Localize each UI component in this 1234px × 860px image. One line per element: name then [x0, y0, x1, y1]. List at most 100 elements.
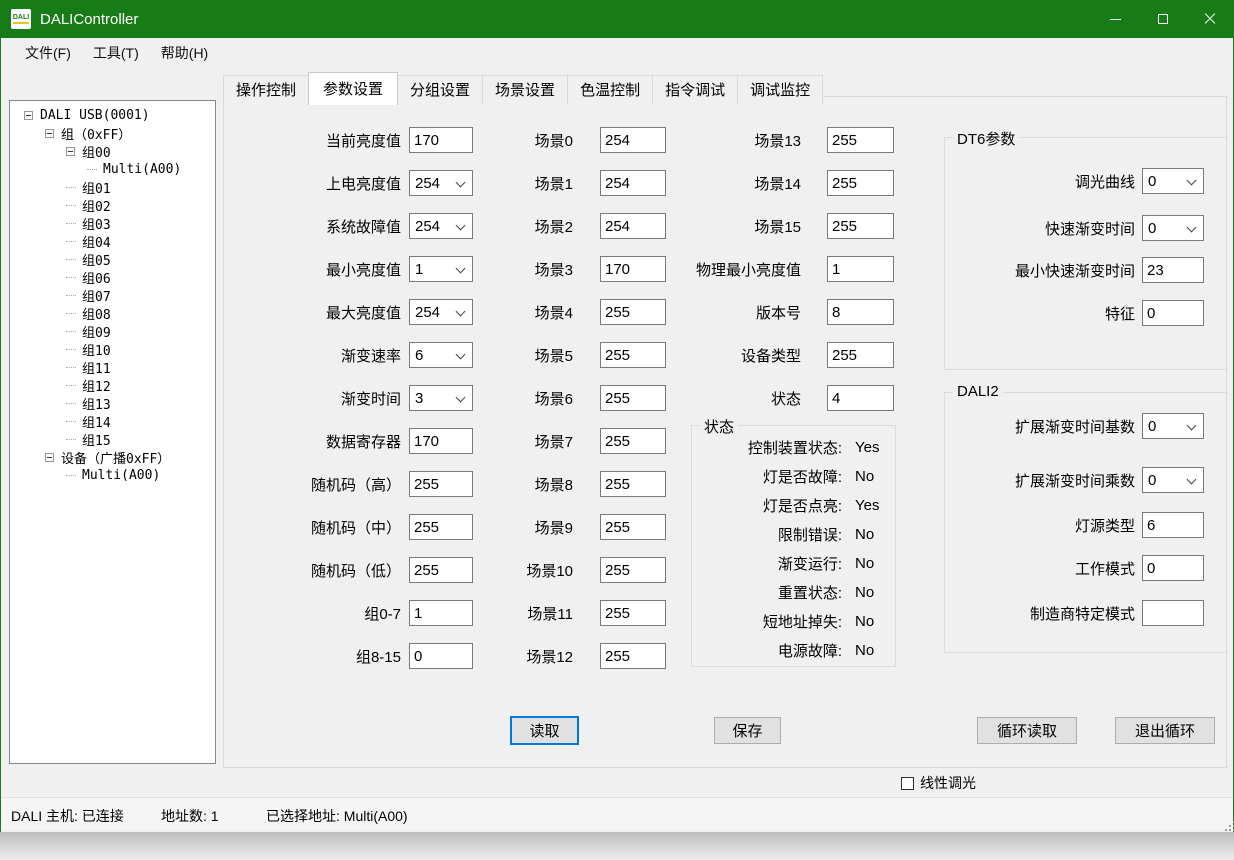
title-bar: DALI DALIController	[1, 0, 1233, 38]
input-col3-1[interactable]	[827, 170, 894, 196]
dropdown-dali2_group.rows-1[interactable]: 0	[1142, 467, 1204, 493]
field-label: 特征	[945, 303, 1135, 324]
tree-connector-icon	[66, 205, 76, 206]
tree-item[interactable]: 组05	[10, 250, 215, 268]
dt6-group-title: DT6参数	[953, 128, 1019, 149]
tree-item-label: 组09	[82, 322, 111, 341]
tree-expander-icon	[45, 453, 54, 462]
tab-6[interactable]: 调试监控	[737, 75, 823, 104]
input-col3-2[interactable]	[827, 213, 894, 239]
tab-1[interactable]: 参数设置	[308, 72, 398, 105]
checkbox-label: 线性调光	[920, 773, 976, 793]
field-label: 渐变时间	[231, 388, 401, 409]
tree-item[interactable]: 组08	[10, 304, 215, 322]
input-dali2_group.rows-2[interactable]	[1142, 512, 1204, 538]
dropdown-col1-3[interactable]: 1	[409, 256, 473, 282]
input-dali2_group.rows-3[interactable]	[1142, 555, 1204, 581]
input-col2-7[interactable]	[600, 428, 666, 454]
dropdown-col1-2[interactable]: 254	[409, 213, 473, 239]
input-col1-7[interactable]	[409, 428, 473, 454]
input-dt6_group.rows-2[interactable]	[1142, 257, 1204, 283]
tab-0[interactable]: 操作控制	[223, 75, 309, 104]
input-col2-9[interactable]	[600, 514, 666, 540]
field-label: 随机码（低）	[231, 560, 401, 581]
tree-item[interactable]: 设备（广播0xFF）	[10, 448, 215, 466]
linear-dimming-checkbox[interactable]: 线性调光	[901, 773, 976, 793]
tree-item[interactable]: 组07	[10, 286, 215, 304]
tree-item[interactable]: 组09	[10, 322, 215, 340]
tree-item[interactable]: 组12	[10, 376, 215, 394]
status-row: 控制装置状态:Yes	[692, 436, 879, 458]
input-col1-12[interactable]	[409, 643, 473, 669]
field-label: 组0-7	[231, 603, 401, 624]
input-col1-8[interactable]	[409, 471, 473, 497]
input-col1-0[interactable]	[409, 127, 473, 153]
exit-loop-button[interactable]: 退出循环	[1115, 717, 1215, 744]
input-col3-0[interactable]	[827, 127, 894, 153]
input-dt6_group.rows-3[interactable]	[1142, 300, 1204, 326]
dropdown-col1-5[interactable]: 6	[409, 342, 473, 368]
input-col2-8[interactable]	[600, 471, 666, 497]
input-col3-6[interactable]	[827, 385, 894, 411]
menu-item-2[interactable]: 帮助(H)	[150, 38, 219, 68]
loop-read-button[interactable]: 循环读取	[977, 717, 1077, 744]
resize-grip-icon[interactable]	[1225, 821, 1227, 823]
dropdown-col1-4[interactable]: 254	[409, 299, 473, 325]
field-label: 状态	[641, 388, 801, 409]
dropdown-dt6_group.rows-1[interactable]: 0	[1142, 215, 1204, 241]
minimize-button[interactable]	[1092, 0, 1139, 38]
maximize-button[interactable]	[1139, 0, 1186, 38]
input-col3-4[interactable]	[827, 299, 894, 325]
dropdown-value: 1	[415, 261, 423, 278]
input-col1-9[interactable]	[409, 514, 473, 540]
tree-item-label: 组15	[82, 430, 111, 449]
app-icon-text: DALI	[13, 14, 29, 24]
input-col3-5[interactable]	[827, 342, 894, 368]
tree-item[interactable]: 组14	[10, 412, 215, 430]
tab-5[interactable]: 指令调试	[652, 75, 738, 104]
tab-4[interactable]: 色温控制	[567, 75, 653, 104]
tree-item[interactable]: 组03	[10, 214, 215, 232]
tree-item[interactable]: 组01	[10, 178, 215, 196]
field-label: 场景0	[485, 130, 573, 151]
tree-connector-icon	[66, 367, 76, 368]
tree-item[interactable]: 组00	[10, 142, 215, 160]
tree-connector-icon	[66, 241, 76, 242]
tree-item[interactable]: Multi(A00)	[10, 160, 215, 178]
field-label: 场景1	[485, 173, 573, 194]
chevron-down-icon	[456, 307, 466, 317]
save-button[interactable]: 保存	[714, 717, 781, 744]
tree-item[interactable]: DALI USB(0001)	[10, 106, 215, 124]
tree-item[interactable]: 组13	[10, 394, 215, 412]
tab-3[interactable]: 场景设置	[482, 75, 568, 104]
input-col2-11[interactable]	[600, 600, 666, 626]
tree-item[interactable]: 组06	[10, 268, 215, 286]
tree-item[interactable]: 组02	[10, 196, 215, 214]
tree-item-label: 设备（广播0xFF）	[61, 448, 170, 467]
input-col3-3[interactable]	[827, 256, 894, 282]
input-col1-10[interactable]	[409, 557, 473, 583]
input-col2-10[interactable]	[600, 557, 666, 583]
menu-item-0[interactable]: 文件(F)	[14, 38, 82, 68]
input-col2-12[interactable]	[600, 643, 666, 669]
tree-item[interactable]: 组11	[10, 358, 215, 376]
input-col1-11[interactable]	[409, 600, 473, 626]
tree-item[interactable]: 组04	[10, 232, 215, 250]
tree-item[interactable]: 组15	[10, 430, 215, 448]
tree-item[interactable]: 组（0xFF）	[10, 124, 215, 142]
tree-item[interactable]: 组10	[10, 340, 215, 358]
tree-item[interactable]: Multi(A00)	[10, 466, 215, 484]
dropdown-dt6_group.rows-0[interactable]: 0	[1142, 168, 1204, 194]
input-dali2_group.rows-4[interactable]	[1142, 600, 1204, 626]
read-button[interactable]: 读取	[511, 717, 578, 744]
dropdown-col1-1[interactable]: 254	[409, 170, 473, 196]
chevron-down-icon	[1187, 421, 1197, 431]
dropdown-col1-6[interactable]: 3	[409, 385, 473, 411]
close-icon	[1204, 13, 1216, 25]
tab-2[interactable]: 分组设置	[397, 75, 483, 104]
dropdown-dali2_group.rows-0[interactable]: 0	[1142, 413, 1204, 439]
menu-item-1[interactable]: 工具(T)	[82, 38, 150, 68]
field-row: 场景7	[485, 428, 666, 454]
close-button[interactable]	[1186, 0, 1233, 38]
field-row: 场景15	[641, 213, 894, 239]
